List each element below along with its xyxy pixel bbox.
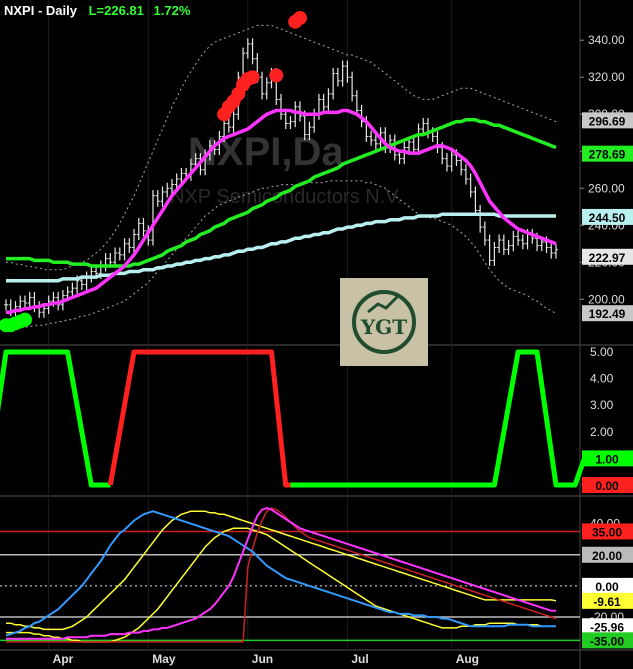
x-tick-label: Apr bbox=[53, 652, 74, 666]
y-tick-label: 320.00 bbox=[588, 70, 625, 84]
price-value-label: 244.50 bbox=[582, 208, 633, 225]
sell-signal-dot bbox=[269, 68, 284, 83]
price-value-label: 278.69 bbox=[582, 145, 633, 162]
osc-value-label: -25.96 bbox=[582, 618, 633, 635]
osc-value-label-text: -35.00 bbox=[590, 634, 624, 648]
osc-value-label: -35.00 bbox=[582, 632, 633, 649]
x-tick-label: Jul bbox=[351, 652, 368, 666]
price-value-label: 222.97 bbox=[582, 248, 633, 265]
last-price: L=226.81 bbox=[88, 3, 144, 18]
osc-value-label: 0.00 bbox=[582, 577, 633, 594]
signal-value-label-text: 0.00 bbox=[595, 479, 619, 493]
osc-value-label: -9.61 bbox=[582, 592, 633, 609]
price-value-label-text: 278.69 bbox=[589, 148, 626, 162]
price-change: 1.72% bbox=[153, 3, 191, 18]
price-value-label: 192.49 bbox=[582, 305, 633, 322]
signal-tick-label: 3.00 bbox=[590, 398, 614, 412]
signal-tick-label: 5.00 bbox=[590, 345, 614, 359]
ygt-logo: YGT bbox=[340, 278, 428, 366]
chart-header: NXPI - Daily L=226.81 1.72% bbox=[4, 3, 190, 18]
x-tick-label: May bbox=[152, 652, 176, 666]
y-tick-label: 340.00 bbox=[588, 33, 625, 47]
x-tick-label: Aug bbox=[456, 652, 479, 666]
y-tick-label: 200.00 bbox=[588, 292, 625, 306]
price-value-label-text: 244.50 bbox=[589, 211, 626, 225]
logo-text: YGT bbox=[360, 315, 407, 339]
price-value-label-text: 222.97 bbox=[589, 251, 626, 265]
sell-signal-dot bbox=[245, 70, 260, 85]
signal-value-label: 1.00 bbox=[582, 450, 633, 467]
sell-signal-dot bbox=[292, 11, 307, 25]
price-value-label: 296.69 bbox=[582, 112, 633, 129]
y-tick-label: 260.00 bbox=[588, 181, 625, 195]
signal-value-label-text: 1.00 bbox=[595, 452, 619, 466]
price-value-label-text: 192.49 bbox=[589, 307, 626, 321]
signal-tick-label: 4.00 bbox=[590, 372, 614, 386]
osc-value-label: 35.00 bbox=[582, 523, 633, 540]
watermark-company: NXP Semiconductors N.V. bbox=[170, 186, 402, 208]
osc-value-label-text: 20.00 bbox=[592, 549, 622, 563]
chart-canvas: NXPI,Da NXP Semiconductors N.V. YGT Apr M… bbox=[0, 0, 633, 669]
signal-value-label: 0.00 bbox=[582, 477, 633, 493]
osc-value-label-text: -9.61 bbox=[593, 595, 621, 609]
osc-value-label-text: 35.00 bbox=[592, 525, 622, 539]
signal-tick-label: 2.00 bbox=[590, 425, 614, 439]
chart-title: NXPI - Daily bbox=[4, 3, 77, 18]
buy-signal-dot bbox=[17, 312, 32, 327]
osc-value-label: 20.00 bbox=[582, 546, 633, 563]
price-value-label-text: 296.69 bbox=[589, 114, 626, 128]
x-tick-label: Jun bbox=[252, 652, 273, 666]
osc-value-label-text: -25.96 bbox=[590, 620, 624, 634]
osc-value-label-text: 0.00 bbox=[595, 580, 619, 594]
